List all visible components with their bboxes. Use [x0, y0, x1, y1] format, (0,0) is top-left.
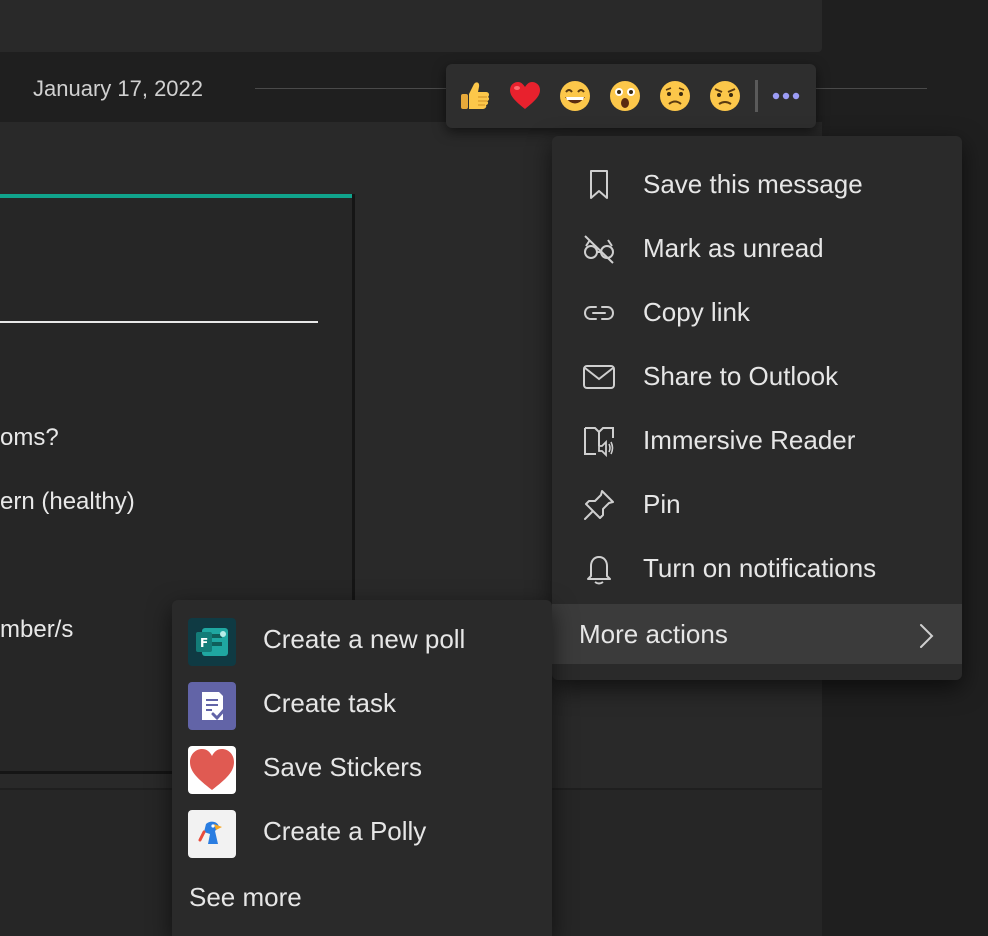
date-separator-label: January 17, 2022	[33, 76, 204, 101]
submenu-item-create-poll[interactable]: F Create a new poll	[172, 608, 552, 672]
menu-item-notifications[interactable]: Turn on notifications	[552, 538, 962, 598]
more-actions-submenu: F Create a new poll Create task Save Sti…	[172, 600, 552, 936]
menu-item-label: Copy link	[643, 297, 750, 327]
submenu-item-label: Create a Polly	[263, 816, 427, 846]
submenu-item-save-stickers[interactable]: Save Stickers	[172, 736, 552, 800]
menu-item-more-actions[interactable]: More actions	[552, 604, 962, 664]
submenu-item-create-task[interactable]: Create task	[172, 672, 552, 736]
stickers-heart-icon	[188, 746, 236, 794]
heart-icon[interactable]	[508, 80, 542, 112]
surprised-icon[interactable]	[608, 80, 642, 112]
card-divider	[0, 321, 318, 323]
link-icon	[583, 306, 615, 320]
tasks-app-icon	[188, 682, 236, 730]
submenu-item-create-polly[interactable]: Create a Polly	[172, 800, 552, 864]
forms-app-icon: F	[188, 618, 236, 666]
unread-glasses-icon	[584, 235, 614, 264]
menu-item-label: More actions	[579, 619, 728, 649]
menu-item-save-message[interactable]: Save this message	[552, 154, 962, 214]
card-text-line: mber/s	[0, 616, 74, 643]
polly-app-icon	[188, 810, 236, 858]
menu-item-copy-link[interactable]: Copy link	[552, 282, 962, 342]
angry-icon[interactable]	[708, 80, 742, 112]
immersive-reader-icon	[584, 427, 614, 458]
message-context-menu: Save this message Mark as unread Copy li…	[552, 136, 962, 680]
sad-icon[interactable]	[658, 80, 692, 112]
menu-item-label: Mark as unread	[643, 233, 824, 263]
reaction-bar	[446, 64, 816, 128]
menu-item-label: Pin	[643, 489, 681, 519]
mail-icon	[583, 365, 615, 389]
bookmark-icon	[590, 170, 608, 199]
submenu-item-label: Create a new poll	[263, 624, 466, 654]
more-options-icon[interactable]	[768, 82, 804, 110]
pin-icon	[584, 490, 614, 520]
reaction-separator	[755, 80, 758, 112]
menu-item-mark-unread[interactable]: Mark as unread	[552, 218, 962, 278]
laugh-icon[interactable]	[558, 80, 592, 112]
menu-item-label: Immersive Reader	[643, 425, 856, 455]
svg-text:F: F	[200, 636, 208, 650]
previous-message-block	[0, 0, 822, 52]
card-text-line: oms?	[0, 424, 59, 451]
chevron-right-icon	[920, 624, 934, 648]
menu-item-pin[interactable]: Pin	[552, 474, 962, 534]
menu-item-immersive-reader[interactable]: Immersive Reader	[552, 410, 962, 470]
submenu-item-label: Create task	[263, 688, 396, 718]
thumbs-up-icon[interactable]	[458, 80, 492, 112]
menu-item-label: Share to Outlook	[643, 361, 839, 391]
submenu-item-label: Save Stickers	[263, 752, 422, 782]
bell-icon	[587, 556, 611, 585]
teams-chat-window: January 17, 2022 oms? ern (healthy) mber…	[0, 0, 988, 936]
card-accent-bar	[0, 194, 352, 198]
card-text-line: ern (healthy)	[0, 488, 135, 515]
see-more-link[interactable]: See more	[189, 882, 302, 913]
menu-item-label: Save this message	[643, 169, 863, 199]
menu-item-share-outlook[interactable]: Share to Outlook	[552, 346, 962, 406]
menu-item-label: Turn on notifications	[643, 553, 877, 583]
